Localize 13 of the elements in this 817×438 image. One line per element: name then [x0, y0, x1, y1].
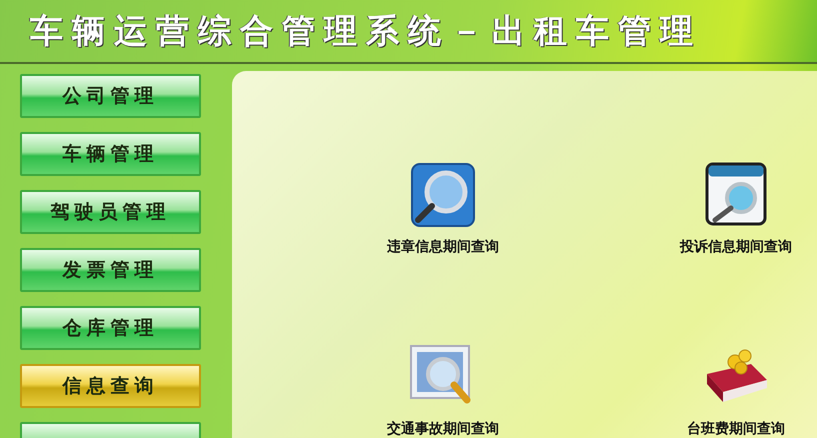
menu-button[interactable]: 公司管理 — [20, 74, 201, 118]
magnifier-icon[interactable] — [410, 162, 476, 228]
menu-button[interactable]: 仓库管理 — [20, 306, 201, 350]
app-title: 车辆运营综合管理系统－出租车管理 — [30, 10, 702, 52]
menu-button[interactable]: 车辆管理 — [20, 132, 201, 176]
query-label[interactable]: 台班费期间查询 — [687, 420, 785, 438]
menu-button[interactable]: 驾驶员管理 — [20, 190, 201, 234]
query-label[interactable]: 投诉信息期间查询 — [680, 238, 792, 256]
query-label[interactable]: 违章信息期间查询 — [387, 238, 499, 256]
query-label[interactable]: 交通事故期间查询 — [387, 420, 499, 438]
menu-button[interactable]: 信息查询 — [20, 364, 201, 408]
search-window-icon[interactable] — [705, 162, 767, 228]
menu-button[interactable]: 发票管理 — [20, 248, 201, 292]
